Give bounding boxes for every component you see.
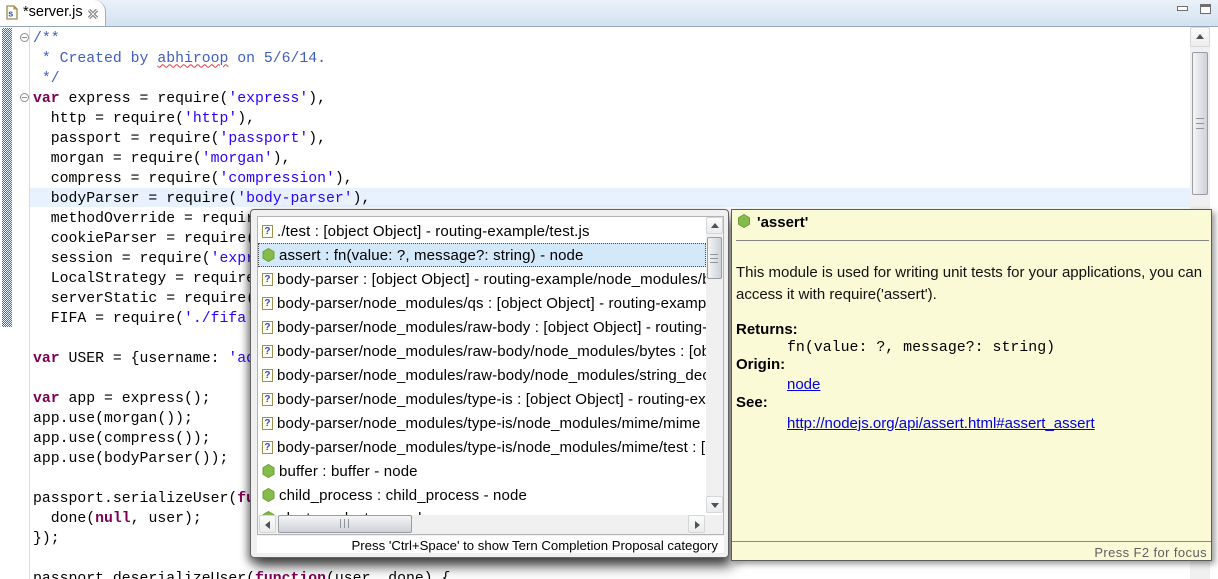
- svg-text:s: s: [8, 9, 13, 19]
